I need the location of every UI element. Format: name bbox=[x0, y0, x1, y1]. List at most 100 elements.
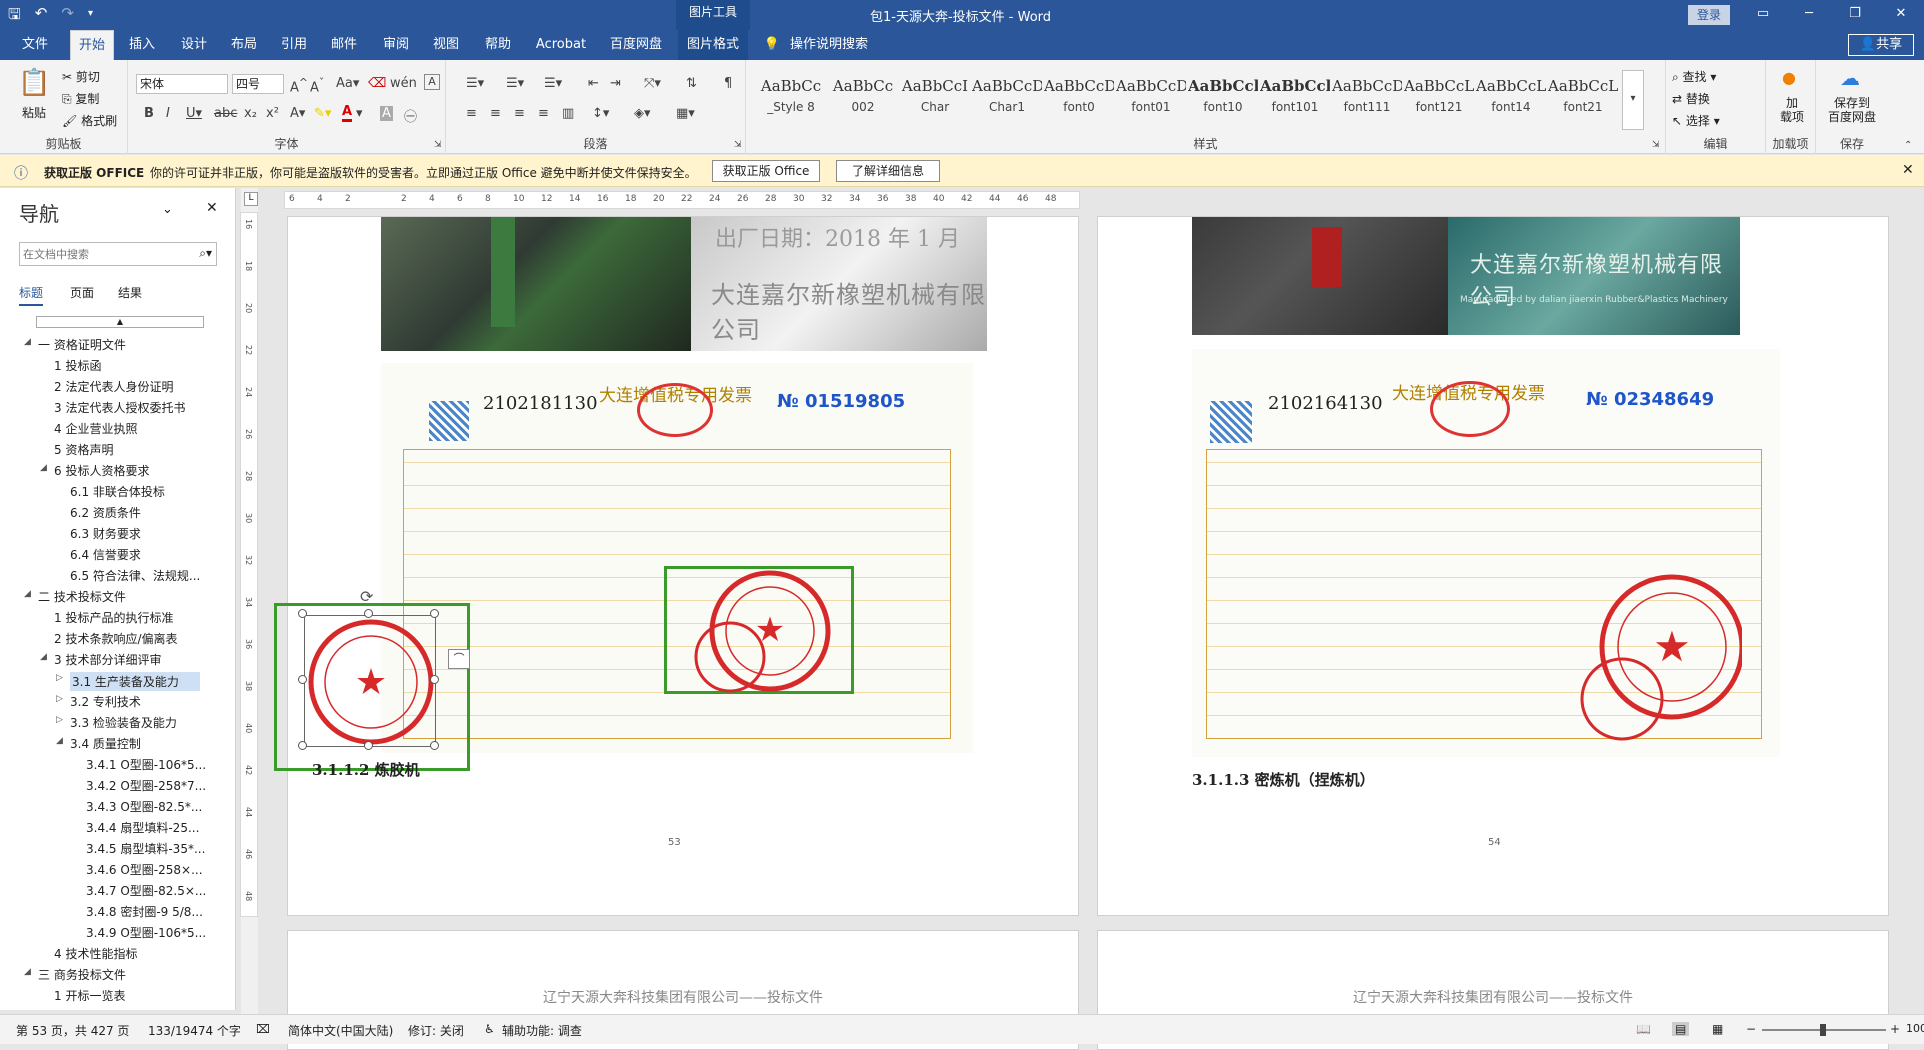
nav-close-icon[interactable]: ✕ bbox=[206, 200, 218, 216]
tab-home[interactable]: 开始 bbox=[70, 30, 114, 60]
font-color-dropdown-icon[interactable]: ▾ bbox=[356, 106, 363, 121]
paste-icon[interactable]: 📋 bbox=[18, 68, 50, 98]
distributed-icon[interactable]: ▥ bbox=[562, 106, 574, 121]
zoom-in-icon[interactable]: + bbox=[1890, 1022, 1900, 1036]
collapse-arrow-icon[interactable]: ◢ bbox=[40, 463, 47, 473]
tab-baidu-netdisk[interactable]: 百度网盘 bbox=[604, 30, 668, 60]
nav-heading-item[interactable]: 3.2 专利技术 bbox=[70, 693, 141, 710]
nav-heading-item[interactable]: 2 法定代表人身份证明 bbox=[54, 378, 173, 395]
close-warning-icon[interactable]: ✕ bbox=[1902, 162, 1914, 178]
nav-scroll-up-icon[interactable]: ▲ bbox=[36, 316, 204, 328]
tab-acrobat[interactable]: Acrobat bbox=[530, 30, 592, 60]
page-count[interactable]: 第 53 页，共 427 页 bbox=[16, 1022, 129, 1039]
style-gallery-item[interactable]: AaBbCcD Char1 bbox=[972, 72, 1042, 122]
read-mode-icon[interactable]: 📖 bbox=[1636, 1022, 1651, 1036]
horizontal-ruler[interactable]: 6 4 2 2 4 6 8 10 12 14 16 18 20 22 24 26 28 30 32 34 36 38 40 4… bbox=[284, 191, 1080, 209]
bullets-icon[interactable]: ☰▾ bbox=[466, 76, 484, 91]
resize-handle-ne[interactable] bbox=[430, 609, 439, 618]
nav-search-box[interactable]: ⌕▾ bbox=[19, 242, 217, 266]
nav-heading-item[interactable]: 3.3 检验装备及能力 bbox=[70, 714, 177, 731]
nav-heading-item[interactable]: 三 商务投标文件 bbox=[38, 966, 126, 983]
collapse-arrow-icon[interactable]: ◢ bbox=[24, 337, 31, 347]
print-layout-icon[interactable]: ▤ bbox=[1672, 1022, 1690, 1036]
sort-icon[interactable]: ⇅ bbox=[686, 76, 697, 91]
resize-handle-nw[interactable] bbox=[298, 609, 307, 618]
font-size-combo[interactable]: 四号 bbox=[232, 74, 284, 94]
style-gallery-item[interactable]: AaBbCcL font14 bbox=[1476, 72, 1546, 122]
select-button[interactable]: ↖ 选择 ▾ bbox=[1672, 112, 1720, 129]
share-button[interactable]: 👤共享 bbox=[1848, 34, 1914, 56]
zoom-out-icon[interactable]: − bbox=[1746, 1022, 1756, 1036]
resize-handle-e[interactable] bbox=[430, 675, 439, 684]
nav-heading-item[interactable]: 6.1 非联合体投标 bbox=[70, 483, 165, 500]
nav-heading-item[interactable]: 3.4.7 O型圈-82.5×... bbox=[86, 882, 206, 899]
copy-button[interactable]: ⎘ 复制 bbox=[62, 90, 99, 107]
strikethrough-icon[interactable]: abc bbox=[214, 106, 237, 121]
nav-heading-item[interactable]: 3.4.3 O型圈-82.5*... bbox=[86, 798, 202, 815]
nav-heading-item[interactable]: 3 法定代表人授权委托书 bbox=[54, 399, 185, 416]
nav-heading-item[interactable]: 3.4.8 密封圈-9 5/8... bbox=[86, 903, 203, 920]
login-button[interactable]: 登录 bbox=[1688, 5, 1730, 25]
replace-button[interactable]: ⇄ 替换 bbox=[1672, 90, 1710, 107]
nav-heading-item[interactable]: 5 资格声明 bbox=[54, 441, 113, 458]
restore-icon[interactable]: ❐ bbox=[1832, 0, 1878, 30]
phonetic-guide-icon[interactable]: wén bbox=[390, 76, 417, 91]
tab-references[interactable]: 引用 bbox=[272, 30, 316, 60]
collapse-arrow-icon[interactable]: ◢ bbox=[56, 736, 63, 746]
save-to-baidu-button[interactable]: 保存到 百度网盘 bbox=[1818, 96, 1886, 124]
web-layout-icon[interactable]: ▦ bbox=[1712, 1022, 1723, 1036]
baidu-cloud-icon[interactable]: ☁ bbox=[1840, 66, 1860, 90]
collapse-arrow-icon[interactable]: ◢ bbox=[40, 652, 47, 662]
style-gallery-item[interactable]: AaBbCcL font121 bbox=[1404, 72, 1474, 122]
get-genuine-office-button[interactable]: 获取正版 Office bbox=[712, 160, 820, 182]
chinese-layout-icon[interactable]: ⤧▾ bbox=[644, 76, 661, 91]
addins-button[interactable]: 加 载项 bbox=[1774, 96, 1810, 124]
tab-review[interactable]: 审阅 bbox=[374, 30, 418, 60]
resize-handle-se[interactable] bbox=[430, 741, 439, 750]
resize-handle-n[interactable] bbox=[364, 609, 373, 618]
change-case-icon[interactable]: Aa▾ bbox=[336, 76, 359, 91]
font-name-combo[interactable]: 宋体 bbox=[136, 74, 228, 94]
selected-seal-picture[interactable]: ★ bbox=[304, 615, 436, 747]
nav-heading-item[interactable]: 1 投标产品的执行标准 bbox=[54, 609, 173, 626]
expand-arrow-icon[interactable]: ▷ bbox=[56, 715, 63, 725]
undo-icon[interactable]: ↶ bbox=[35, 4, 48, 29]
shading-icon[interactable]: ◈▾ bbox=[634, 106, 651, 121]
nav-heading-item[interactable]: 2 技术条款响应/偏离表 bbox=[54, 630, 178, 647]
customize-qat-icon[interactable]: ▾ bbox=[88, 4, 93, 29]
close-icon[interactable]: ✕ bbox=[1878, 0, 1924, 30]
nav-tab-results[interactable]: 结果 bbox=[118, 284, 142, 301]
collapse-arrow-icon[interactable]: ◢ bbox=[24, 967, 31, 977]
style-gallery-item[interactable]: AaBbCcD font01 bbox=[1116, 72, 1186, 122]
styles-gallery-more-icon[interactable]: ▾ bbox=[1622, 70, 1644, 130]
nav-heading-item[interactable]: 3 技术部分详细评审 bbox=[54, 651, 161, 668]
cut-button[interactable]: ✂ 剪切 bbox=[62, 68, 100, 85]
tab-help[interactable]: 帮助 bbox=[476, 30, 520, 60]
decrease-indent-icon[interactable]: ⇤ bbox=[588, 76, 599, 91]
char-border-icon[interactable]: A bbox=[424, 74, 440, 90]
tab-mailings[interactable]: 邮件 bbox=[322, 30, 366, 60]
save-icon[interactable]: 🖫 bbox=[8, 4, 21, 29]
nav-options-chevron-icon[interactable]: ⌄ bbox=[162, 202, 173, 217]
style-gallery-item[interactable]: AaBbCcI Char bbox=[900, 72, 970, 122]
subscript-icon[interactable]: x₂ bbox=[244, 106, 257, 121]
nav-heading-item[interactable]: 3.4.5 扇型填料-35*... bbox=[86, 840, 205, 857]
nav-heading-item[interactable]: 一 资格证明文件 bbox=[38, 336, 126, 353]
align-right-icon[interactable]: ≡ bbox=[514, 106, 525, 121]
collapse-ribbon-icon[interactable]: ⌃ bbox=[1904, 140, 1912, 151]
nav-heading-item[interactable]: 3.1 生产装备及能力 bbox=[70, 672, 200, 691]
style-gallery-item[interactable]: AaBbCcD font111 bbox=[1332, 72, 1402, 122]
nav-search-input[interactable] bbox=[23, 244, 183, 264]
tab-layout[interactable]: 布局 bbox=[222, 30, 266, 60]
tab-selector-icon[interactable]: L bbox=[244, 192, 258, 206]
numbering-icon[interactable]: ☰▾ bbox=[506, 76, 524, 91]
nav-heading-item[interactable]: 二 技术投标文件 bbox=[38, 588, 126, 605]
tell-me-search[interactable]: 操作说明搜索 bbox=[790, 30, 890, 60]
learn-more-button[interactable]: 了解详细信息 bbox=[836, 160, 940, 182]
superscript-icon[interactable]: x² bbox=[266, 106, 279, 121]
track-changes-status[interactable]: 修订: 关闭 bbox=[408, 1022, 464, 1039]
accessibility-status[interactable]: 辅助功能: 调查 bbox=[502, 1022, 582, 1039]
rotate-handle-icon[interactable]: ⟳ bbox=[360, 587, 373, 606]
justify-icon[interactable]: ≡ bbox=[538, 106, 549, 121]
show-marks-icon[interactable]: ¶ bbox=[724, 76, 732, 91]
